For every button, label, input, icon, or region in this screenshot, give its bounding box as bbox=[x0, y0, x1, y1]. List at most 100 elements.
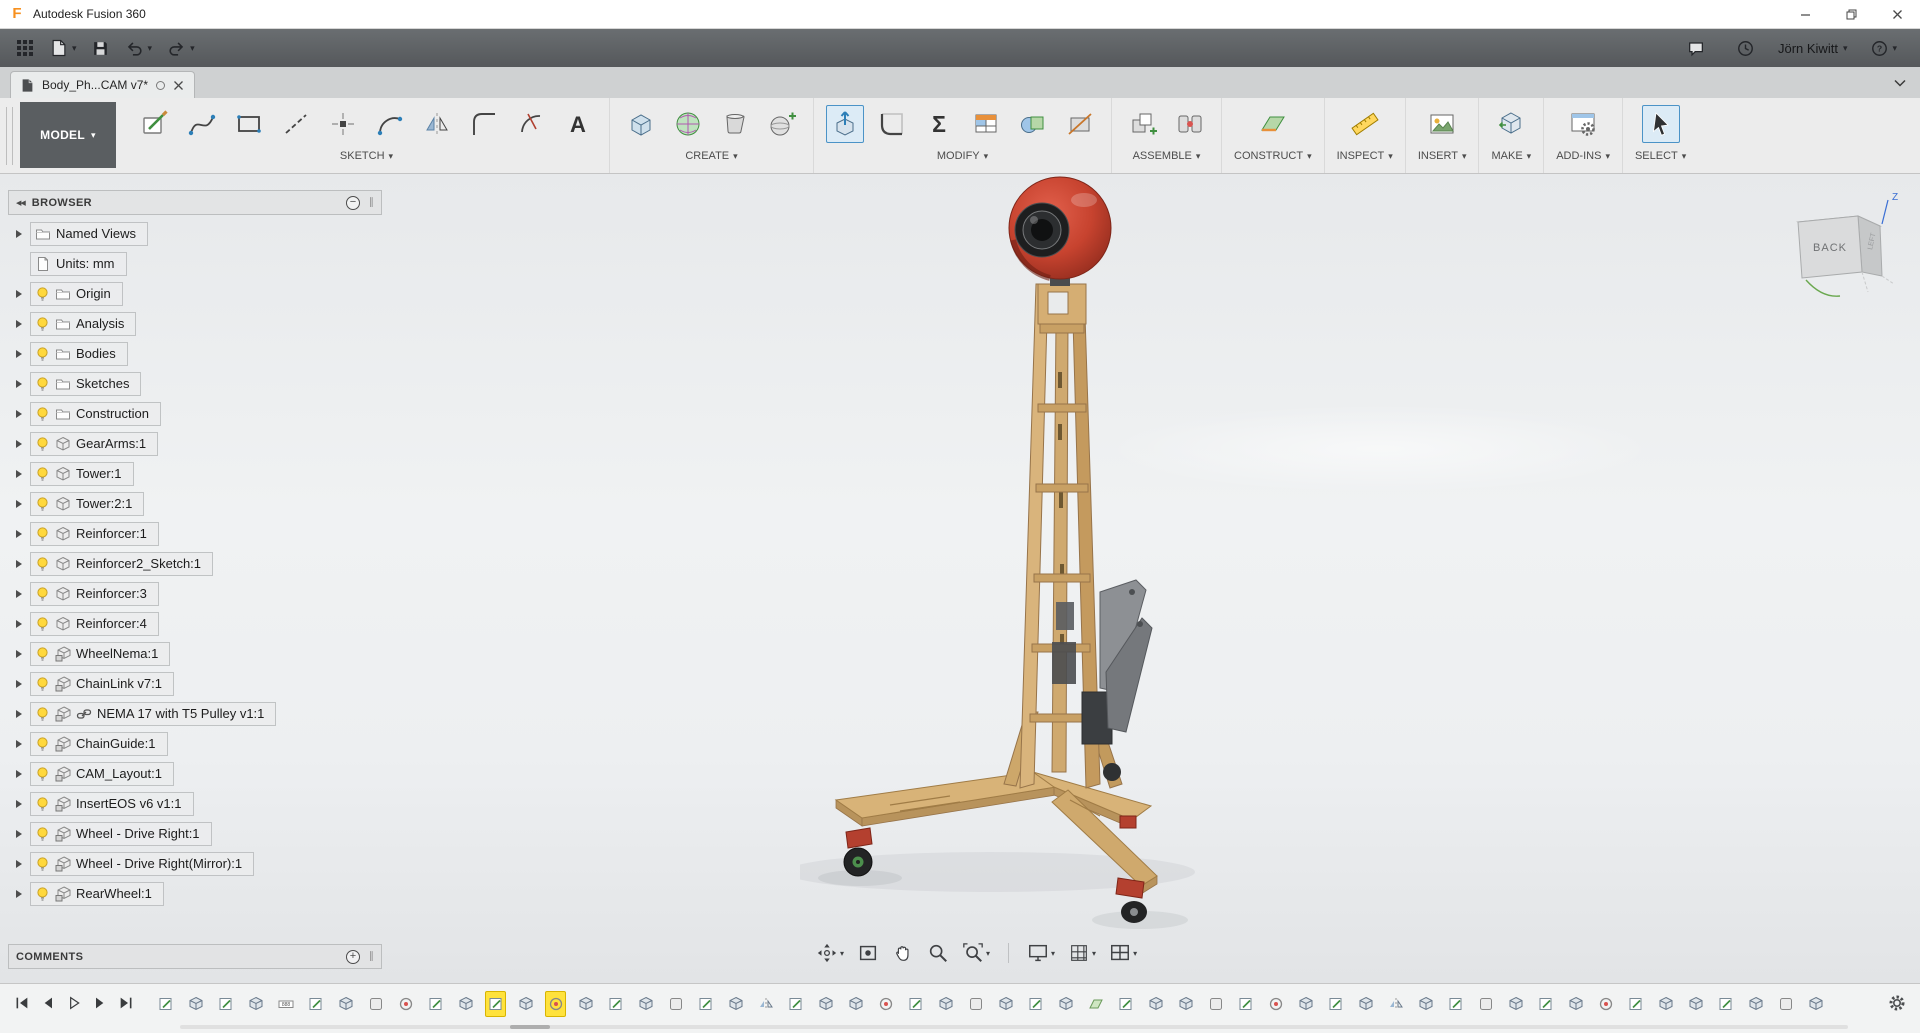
sketch-fillet-button[interactable] bbox=[465, 105, 503, 143]
expand-arrow-icon[interactable] bbox=[8, 319, 30, 328]
scripts-and-addins-button[interactable] bbox=[1564, 105, 1602, 143]
visibility-bulb-icon[interactable] bbox=[35, 286, 50, 302]
undo-button[interactable]: ▾ bbox=[117, 33, 160, 63]
timeline-feature-22-ex[interactable] bbox=[815, 991, 836, 1017]
expand-arrow-icon[interactable] bbox=[8, 649, 30, 658]
expand-arrow-icon[interactable] bbox=[8, 859, 30, 868]
ribbon-dropdown-construct[interactable]: CONSTRUCT ▾ bbox=[1234, 150, 1312, 162]
collapse-all-button[interactable]: − bbox=[346, 195, 360, 210]
loft-button[interactable] bbox=[716, 105, 754, 143]
display-settings-button[interactable]: ▾ bbox=[1023, 940, 1059, 966]
timeline-feature-19-ex[interactable] bbox=[725, 991, 746, 1017]
expand-arrow-icon[interactable] bbox=[8, 499, 30, 508]
timeline-feature-7-cp[interactable] bbox=[365, 991, 386, 1017]
browser-item-tower-1[interactable]: Tower:1 bbox=[8, 459, 382, 488]
ribbon-dropdown-modify[interactable]: MODIFY ▾ bbox=[937, 150, 988, 162]
viewports-button[interactable]: ▾ bbox=[1105, 940, 1141, 966]
expand-arrow-icon[interactable] bbox=[8, 889, 30, 898]
browser-item-reinforcer-3[interactable]: Reinforcer:3 bbox=[8, 579, 382, 608]
visibility-bulb-icon[interactable] bbox=[35, 736, 50, 752]
visibility-bulb-icon[interactable] bbox=[35, 316, 50, 332]
close-window-button[interactable] bbox=[1874, 0, 1920, 28]
visibility-bulb-icon[interactable] bbox=[35, 676, 50, 692]
expand-arrow-icon[interactable] bbox=[8, 349, 30, 358]
browser-item-tower-2-1[interactable]: Tower:2:1 bbox=[8, 489, 382, 518]
combine-button[interactable] bbox=[1014, 105, 1052, 143]
help-menu-button[interactable]: ? ▾ bbox=[1863, 33, 1904, 63]
browser-item-construction[interactable]: Construction bbox=[8, 399, 382, 428]
close-tab-icon[interactable] bbox=[173, 80, 184, 91]
browser-item-wheel-drive-right-mirror-1[interactable]: Wheel - Drive Right(Mirror):1 bbox=[8, 849, 382, 878]
visibility-bulb-icon[interactable] bbox=[35, 406, 50, 422]
expand-arrow-icon[interactable] bbox=[8, 439, 30, 448]
measure-button[interactable] bbox=[1346, 105, 1384, 143]
minimize-button[interactable] bbox=[1782, 0, 1828, 28]
timeline-scrollbar[interactable] bbox=[180, 1025, 1848, 1029]
visibility-bulb-icon[interactable] bbox=[35, 706, 50, 722]
timeline-feature-18-sk[interactable] bbox=[695, 991, 716, 1017]
timeline-feature-20-mi[interactable] bbox=[755, 991, 776, 1017]
timeline-feature-55-ex[interactable] bbox=[1805, 991, 1826, 1017]
joint-button[interactable] bbox=[1171, 105, 1209, 143]
timeline-feature-10-ex[interactable] bbox=[455, 991, 476, 1017]
timeline-feature-4-pr[interactable]: 888 bbox=[275, 991, 296, 1017]
expand-arrow-icon[interactable] bbox=[8, 529, 30, 538]
timeline-feature-41-mi[interactable] bbox=[1385, 991, 1406, 1017]
go-to-end-button[interactable] bbox=[114, 990, 137, 1016]
view-cube[interactable]: BACK LEFT Z bbox=[1782, 188, 1907, 313]
expand-arrow-icon[interactable] bbox=[8, 679, 30, 688]
visibility-bulb-icon[interactable] bbox=[35, 556, 50, 572]
visibility-bulb-icon[interactable] bbox=[35, 646, 50, 662]
file-menu-button[interactable]: ▾ bbox=[42, 33, 84, 63]
expand-arrow-icon[interactable] bbox=[8, 559, 30, 568]
visibility-bulb-icon[interactable] bbox=[35, 466, 50, 482]
browser-item-units-mm[interactable]: Units: mm bbox=[8, 249, 382, 278]
create-form-button[interactable] bbox=[669, 105, 707, 143]
change-parameters-button[interactable]: Σ bbox=[920, 105, 958, 143]
browser-item-analysis[interactable]: Analysis bbox=[8, 309, 382, 338]
timeline-feature-48-jt[interactable] bbox=[1595, 991, 1616, 1017]
expand-arrow-icon[interactable] bbox=[8, 379, 30, 388]
timeline-feature-23-ex[interactable] bbox=[845, 991, 866, 1017]
ribbon-dropdown-assemble[interactable]: ASSEMBLE ▾ bbox=[1133, 150, 1201, 162]
visibility-bulb-icon[interactable] bbox=[35, 436, 50, 452]
browser-item-reinforcer2-sketch-1[interactable]: Reinforcer2_Sketch:1 bbox=[8, 549, 382, 578]
expand-arrow-icon[interactable] bbox=[8, 589, 30, 598]
timeline-feature-46-sk[interactable] bbox=[1535, 991, 1556, 1017]
visibility-bulb-icon[interactable] bbox=[35, 346, 50, 362]
timeline-feature-8-jt[interactable] bbox=[395, 991, 416, 1017]
browser-item-wheel-drive-right-1[interactable]: Wheel - Drive Right:1 bbox=[8, 819, 382, 848]
go-to-start-button[interactable] bbox=[10, 990, 33, 1016]
browser-item-reinforcer-4[interactable]: Reinforcer:4 bbox=[8, 609, 382, 638]
timeline-feature-35-cp[interactable] bbox=[1205, 991, 1226, 1017]
expand-arrow-icon[interactable] bbox=[8, 829, 30, 838]
timeline-strip[interactable]: 888 bbox=[155, 990, 1874, 1018]
comments-header[interactable]: COMMENTS + ∥ bbox=[8, 944, 382, 969]
timeline-feature-24-jt[interactable] bbox=[875, 991, 896, 1017]
browser-item-nema-17-with-t5-pulley-v1-1[interactable]: NEMA 17 with T5 Pulley v1:1 bbox=[8, 699, 382, 728]
timeline-feature-16-ex[interactable] bbox=[635, 991, 656, 1017]
visibility-bulb-icon[interactable] bbox=[35, 886, 50, 902]
new-component-button[interactable] bbox=[1124, 105, 1162, 143]
pan-button[interactable] bbox=[888, 940, 918, 966]
browser-grip[interactable]: ∥ bbox=[369, 197, 374, 208]
timeline-feature-21-sk[interactable] bbox=[785, 991, 806, 1017]
timeline-feature-34-ex[interactable] bbox=[1175, 991, 1196, 1017]
browser-item-sketches[interactable]: Sketches bbox=[8, 369, 382, 398]
timeline-feature-28-ex[interactable] bbox=[995, 991, 1016, 1017]
select-button[interactable] bbox=[1641, 105, 1680, 143]
grid-and-snaps-button[interactable]: ▾ bbox=[1064, 940, 1100, 966]
tab-overflow-button[interactable] bbox=[1894, 67, 1906, 98]
browser-item-chainguide-1[interactable]: ChainGuide:1 bbox=[8, 729, 382, 758]
ribbon-dropdown-insert[interactable]: INSERT ▾ bbox=[1418, 150, 1467, 162]
ribbon-dropdown-add-ins[interactable]: ADD-INS ▾ bbox=[1556, 150, 1610, 162]
ribbon-dropdown-create[interactable]: CREATE ▾ bbox=[685, 150, 737, 162]
timeline-feature-44-cp[interactable] bbox=[1475, 991, 1496, 1017]
timeline-feature-30-ex[interactable] bbox=[1055, 991, 1076, 1017]
expand-arrow-icon[interactable] bbox=[8, 409, 30, 418]
timeline-feature-6-ex[interactable] bbox=[335, 991, 356, 1017]
timeline-feature-1-ex[interactable] bbox=[185, 991, 206, 1017]
timeline-feature-54-cp[interactable] bbox=[1775, 991, 1796, 1017]
timeline-feature-15-sk[interactable] bbox=[605, 991, 626, 1017]
arc-button[interactable] bbox=[371, 105, 409, 143]
